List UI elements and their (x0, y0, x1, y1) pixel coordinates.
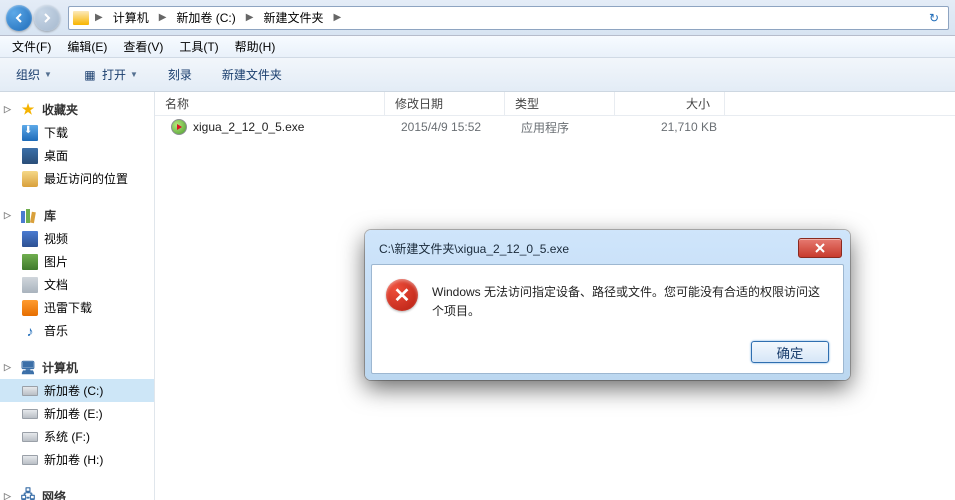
open-icon: ▦ (82, 67, 98, 83)
chevron-right-icon: ▶ (331, 12, 343, 23)
sidebar-item-pictures[interactable]: 图片 (0, 250, 154, 273)
music-icon: ♪ (22, 323, 38, 339)
sidebar-favorites-header[interactable]: ▷ ★ 收藏夹 (0, 98, 154, 121)
sidebar-item-drive-f[interactable]: 系统 (F:) (0, 425, 154, 448)
error-icon: ✕ (386, 279, 418, 311)
document-icon (22, 277, 38, 293)
sidebar-item-drive-c[interactable]: 新加卷 (C:) (0, 379, 154, 402)
menu-edit[interactable]: 编辑(E) (59, 36, 115, 57)
chevron-down-icon: ▼ (44, 70, 52, 79)
sidebar-libraries-header[interactable]: ▷ 库 (0, 204, 154, 227)
folder-icon (73, 11, 89, 25)
burn-button[interactable]: 刻录 (162, 63, 198, 86)
nav-forward-button[interactable] (34, 5, 60, 31)
star-icon: ★ (20, 102, 36, 118)
desktop-icon (22, 148, 38, 164)
sidebar-item-drive-h[interactable]: 新加卷 (H:) (0, 448, 154, 471)
sidebar-network-header[interactable]: ▷ 🖧 网络 (0, 485, 154, 500)
column-size[interactable]: 大小 (615, 92, 725, 115)
library-icon (20, 208, 38, 224)
file-name: xigua_2_12_0_5.exe (193, 120, 304, 134)
chevron-right-icon: ▶ (244, 12, 256, 23)
sidebar-item-recent[interactable]: 最近访问的位置 (0, 167, 154, 190)
sidebar-item-desktop[interactable]: 桌面 (0, 144, 154, 167)
dialog-ok-button[interactable]: 确定 (751, 341, 829, 363)
file-type: 应用程序 (511, 119, 621, 136)
expand-icon: ▷ (4, 210, 14, 221)
chevron-right-icon: ▶ (93, 12, 105, 23)
breadcrumb-item[interactable]: 新加卷 (C:) (172, 7, 239, 29)
computer-icon: 🖥 (20, 360, 36, 376)
address-bar: ▶ 计算机 ▶ 新加卷 (C:) ▶ 新建文件夹 ▶ ↻ (0, 0, 955, 36)
menu-tools[interactable]: 工具(T) (171, 36, 226, 57)
menu-file[interactable]: 文件(F) (4, 36, 59, 57)
column-name[interactable]: 名称 (155, 92, 385, 115)
menu-view[interactable]: 查看(V) (115, 36, 171, 57)
dialog-title: C:\新建文件夹\xigua_2_12_0_5.exe (379, 240, 569, 257)
dialog-close-button[interactable] (798, 238, 842, 258)
file-row[interactable]: xigua_2_12_0_5.exe 2015/4/9 15:52 应用程序 2… (155, 116, 955, 138)
sidebar-item-thunder[interactable]: 迅雷下载 (0, 296, 154, 319)
sidebar-item-documents[interactable]: 文档 (0, 273, 154, 296)
sidebar-item-videos[interactable]: 视频 (0, 227, 154, 250)
nav-back-button[interactable] (6, 5, 32, 31)
organize-button[interactable]: 组织▼ (10, 63, 58, 86)
menu-bar: 文件(F) 编辑(E) 查看(V) 工具(T) 帮助(H) (0, 36, 955, 58)
picture-icon (22, 254, 38, 270)
refresh-button[interactable]: ↻ (924, 11, 944, 25)
sidebar-item-music[interactable]: ♪音乐 (0, 319, 154, 342)
exe-icon (171, 119, 187, 135)
navigation-sidebar: ▷ ★ 收藏夹 下载 桌面 最近访问的位置 ▷ 库 视频 图片 文档 迅雷下载 … (0, 92, 155, 500)
sidebar-item-downloads[interactable]: 下载 (0, 121, 154, 144)
network-icon: 🖧 (20, 489, 36, 500)
chevron-down-icon: ▼ (130, 70, 138, 79)
sidebar-item-drive-e[interactable]: 新加卷 (E:) (0, 402, 154, 425)
sidebar-computer-header[interactable]: ▷ 🖥 计算机 (0, 356, 154, 379)
drive-icon (22, 409, 38, 419)
file-date: 2015/4/9 15:52 (391, 120, 511, 134)
new-folder-button[interactable]: 新建文件夹 (216, 63, 288, 86)
expand-icon: ▷ (4, 104, 14, 115)
download-icon (22, 125, 38, 141)
recent-icon (22, 171, 38, 187)
chevron-right-icon: ▶ (157, 12, 169, 23)
error-dialog: C:\新建文件夹\xigua_2_12_0_5.exe ✕ Windows 无法… (365, 230, 850, 380)
thunder-icon (22, 300, 38, 316)
column-headers: 名称 修改日期 类型 大小 (155, 92, 955, 116)
drive-icon (22, 455, 38, 465)
open-button[interactable]: ▦ 打开▼ (76, 63, 144, 86)
expand-icon: ▷ (4, 362, 14, 373)
toolbar: 组织▼ ▦ 打开▼ 刻录 新建文件夹 (0, 58, 955, 92)
address-box[interactable]: ▶ 计算机 ▶ 新加卷 (C:) ▶ 新建文件夹 ▶ ↻ (68, 6, 949, 30)
expand-icon: ▷ (4, 491, 14, 500)
column-type[interactable]: 类型 (505, 92, 615, 115)
column-date[interactable]: 修改日期 (385, 92, 505, 115)
breadcrumb-item[interactable]: 计算机 (109, 7, 153, 29)
file-size: 21,710 KB (621, 120, 731, 134)
drive-icon (22, 386, 38, 396)
drive-icon (22, 432, 38, 442)
dialog-message: Windows 无法访问指定设备、路径或文件。您可能没有合适的权限访问这个项目。 (432, 279, 829, 321)
breadcrumb-item[interactable]: 新建文件夹 (259, 7, 327, 29)
menu-help[interactable]: 帮助(H) (227, 36, 284, 57)
video-icon (22, 231, 38, 247)
